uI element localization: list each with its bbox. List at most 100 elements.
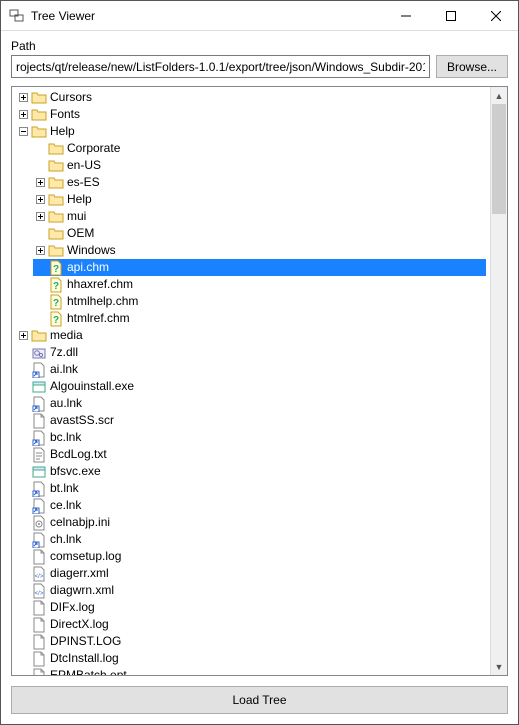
expand-icon[interactable] [33, 208, 48, 225]
file-icon [31, 668, 47, 676]
tree-row[interactable]: BcdLog.txt [12, 446, 490, 463]
tree-row[interactable]: Fonts [12, 106, 490, 123]
tree-row[interactable]: 7z.dll [12, 344, 490, 361]
lnk-icon [31, 481, 47, 497]
tree-row[interactable]: diagerr.xml [12, 565, 490, 582]
folder-icon [31, 328, 47, 344]
expand-icon[interactable] [33, 174, 48, 191]
tree-row[interactable]: Corporate [12, 140, 490, 157]
browse-button[interactable]: Browse... [436, 55, 508, 78]
tree-row[interactable]: Help [12, 191, 490, 208]
tree-row[interactable]: DirectX.log [12, 616, 490, 633]
chm-icon [48, 294, 64, 310]
tree-item-label: api.chm [67, 259, 113, 276]
tree-item-label: 7z.dll [50, 344, 82, 361]
tree-row[interactable]: bfsvc.exe [12, 463, 490, 480]
tree-row[interactable]: DIFx.log [12, 599, 490, 616]
tree-row[interactable]: ai.lnk [12, 361, 490, 378]
lnk-icon [31, 430, 47, 446]
tree-row[interactable]: hhaxref.chm [12, 276, 490, 293]
tree-row[interactable]: celnabjp.ini [12, 514, 490, 531]
load-tree-button[interactable]: Load Tree [11, 686, 508, 714]
tree-item-label: DtcInstall.log [50, 650, 123, 667]
tree-row[interactable]: diagwrn.xml [12, 582, 490, 599]
tree-row[interactable]: comsetup.log [12, 548, 490, 565]
tree-row[interactable]: ch.lnk [12, 531, 490, 548]
tree-item-label: hhaxref.chm [67, 276, 137, 293]
folder-icon [48, 175, 64, 191]
tree-item-label: es-ES [67, 174, 104, 191]
file-icon [31, 549, 47, 565]
tree-row[interactable]: DtcInstall.log [12, 650, 490, 667]
tree-item-label: ch.lnk [50, 531, 85, 548]
folder-icon [48, 243, 64, 259]
path-label: Path [11, 39, 508, 53]
tree-item-label: celnabjp.ini [50, 514, 114, 531]
close-button[interactable] [473, 1, 518, 31]
tree-item-label: en-US [67, 157, 105, 174]
tree-row[interactable]: bt.lnk [12, 480, 490, 497]
app-icon [9, 8, 25, 24]
tree-row[interactable]: Help [12, 123, 490, 140]
chm-icon [48, 260, 64, 276]
txt-icon [31, 447, 47, 463]
file-icon [31, 634, 47, 650]
tree-row[interactable]: media [12, 327, 490, 344]
ini-icon [31, 515, 47, 531]
minimize-button[interactable] [383, 1, 428, 31]
tree-item-label: bc.lnk [50, 429, 85, 446]
tree-item-label: mui [67, 208, 90, 225]
tree-row[interactable]: Cursors [12, 89, 490, 106]
tree-item-label: ai.lnk [50, 361, 82, 378]
tree-item-label: avastSS.scr [50, 412, 118, 429]
tree-row[interactable]: htmlhelp.chm [12, 293, 490, 310]
tree-item-label: au.lnk [50, 395, 86, 412]
tree-row[interactable]: es-ES [12, 174, 490, 191]
folder-icon [48, 158, 64, 174]
lnk-icon [31, 532, 47, 548]
expand-icon[interactable] [16, 327, 31, 344]
scroll-down-arrow[interactable]: ▼ [491, 658, 507, 675]
scroll-thumb[interactable] [492, 104, 506, 214]
tree-row[interactable]: avastSS.scr [12, 412, 490, 429]
tree-row[interactable]: api.chm [12, 259, 490, 276]
tree-row[interactable]: Algouinstall.exe [12, 378, 490, 395]
tree-item-label: diagerr.xml [50, 565, 113, 582]
tree-row[interactable]: en-US [12, 157, 490, 174]
dll-icon [31, 345, 47, 361]
scroll-up-arrow[interactable]: ▲ [491, 87, 507, 104]
tree-row[interactable]: OEM [12, 225, 490, 242]
tree-item-label: EPMBatch.ept [50, 667, 131, 675]
window-title: Tree Viewer [31, 9, 383, 23]
folder-icon [48, 209, 64, 225]
tree-view[interactable]: CursorsFontsHelpCorporateen-USes-ESHelpm… [12, 87, 490, 675]
tree-row[interactable]: Windows [12, 242, 490, 259]
tree-item-label: Help [67, 191, 96, 208]
tree-item-label: Fonts [50, 106, 84, 123]
chm-icon [48, 311, 64, 327]
tree-row[interactable]: mui [12, 208, 490, 225]
expand-icon[interactable] [16, 89, 31, 106]
lnk-icon [31, 498, 47, 514]
tree-row[interactable]: ce.lnk [12, 497, 490, 514]
tree-row[interactable]: htmlref.chm [12, 310, 490, 327]
tree-row[interactable]: bc.lnk [12, 429, 490, 446]
tree-item-label: htmlref.chm [67, 310, 134, 327]
maximize-button[interactable] [428, 1, 473, 31]
tree-item-label: bt.lnk [50, 480, 83, 497]
tree-item-label: Windows [67, 242, 120, 259]
expand-icon[interactable] [33, 191, 48, 208]
expand-icon[interactable] [16, 106, 31, 123]
tree-item-label: Cursors [50, 89, 96, 106]
vertical-scrollbar[interactable]: ▲ ▼ [490, 87, 507, 675]
tree-item-label: diagwrn.xml [50, 582, 118, 599]
xml-icon [31, 583, 47, 599]
tree-row[interactable]: DPINST.LOG [12, 633, 490, 650]
collapse-icon[interactable] [16, 123, 31, 140]
path-input[interactable] [11, 55, 430, 78]
tree-row[interactable]: EPMBatch.ept [12, 667, 490, 675]
tree-row[interactable]: au.lnk [12, 395, 490, 412]
tree-item-label: Algouinstall.exe [50, 378, 138, 395]
expand-icon[interactable] [33, 242, 48, 259]
xml-icon [31, 566, 47, 582]
